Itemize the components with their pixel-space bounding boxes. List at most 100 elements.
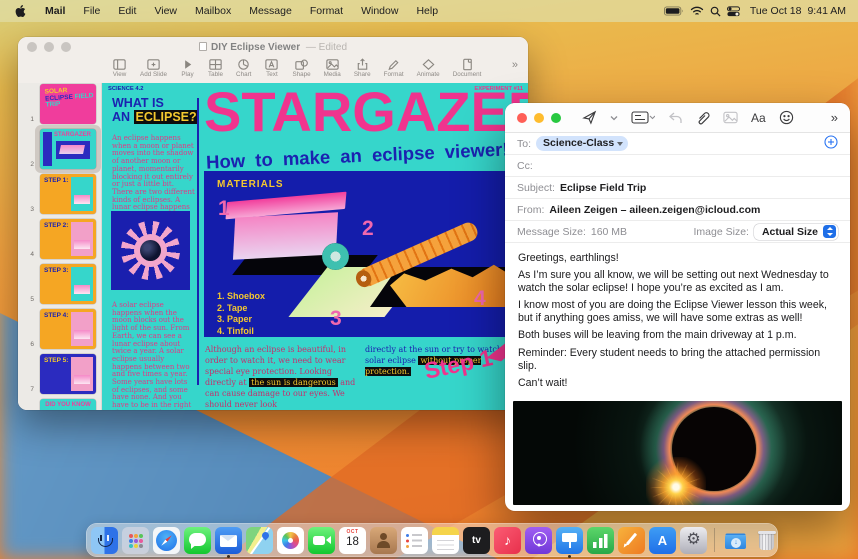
menu-format[interactable]: Format [301,5,352,17]
sun-illustration-box[interactable] [111,211,190,290]
dock-photos[interactable] [277,526,304,554]
dock-keynote[interactable] [556,526,583,558]
slide-paragraph-2[interactable]: A solar eclipse happens when the moon bl… [112,301,195,410]
materials-box[interactable]: MATERIALS 1 2 3 4 1. Shoebox 2. Tape 3. … [204,171,528,337]
dock-messages[interactable] [184,526,211,554]
table-button[interactable]: Table [208,58,223,78]
format-button[interactable]: Aa [751,111,766,125]
menu-bar-time[interactable]: 9:41 AM [807,5,846,17]
slide-thumbnail-3[interactable]: 3 STEP 1: [18,174,101,214]
slide-thumbnail-6[interactable]: 6 STEP 4: [18,309,101,349]
send-button[interactable] [582,110,597,125]
slide-thumbnail-8[interactable]: 8 DID YOU KNOW [18,399,101,410]
shape-button[interactable]: Shape [292,58,311,78]
running-indicator [568,554,571,558]
subject-field[interactable]: Subject: Eclipse Field Trip [505,177,850,199]
text-button[interactable]: Text [264,58,279,78]
add-recipient-button[interactable] [824,135,838,152]
dock-mail[interactable] [215,526,242,558]
dock-podcasts[interactable] [525,526,552,554]
emoji-button[interactable] [779,110,794,125]
mail-window-controls[interactable] [517,112,561,123]
menu-mailbox[interactable]: Mailbox [186,5,240,17]
slide-heading-line2[interactable]: AN ECLIPSE? [112,110,199,124]
menu-window[interactable]: Window [352,5,407,17]
body-paragraph: As I’m sure you all know, we will be set… [518,269,829,295]
header-fields-button[interactable] [631,111,655,124]
menu-bar-date[interactable]: Tue Oct 18 [750,5,802,17]
share-icon [357,58,367,70]
add-slide-button[interactable]: Add Slide [140,58,167,78]
play-button[interactable]: Play [180,58,195,78]
spotlight-search-icon[interactable] [710,6,721,17]
menu-message[interactable]: Message [240,5,301,17]
dock-system-settings[interactable]: ⚙ [680,526,707,554]
dock-safari[interactable] [153,526,180,554]
slide-heading[interactable]: WHAT IS [112,97,164,110]
dock-app-store[interactable]: A [649,526,676,554]
send-options-chevron-icon[interactable] [610,115,618,121]
battery-icon[interactable] [663,6,684,16]
keynote-window-controls[interactable] [27,42,71,52]
dock-notes[interactable] [432,526,459,554]
close-button[interactable] [517,112,527,123]
dock-reminders[interactable] [401,526,428,554]
dock-separator [714,528,715,552]
message-body-editor[interactable]: Greetings, earthlings! As I’m sure you a… [505,244,850,395]
document-button[interactable]: Document [453,58,481,78]
reply-icon [668,112,683,124]
menu-edit[interactable]: Edit [109,5,145,17]
minimize-button[interactable] [534,112,544,123]
eclipse-photo-attachment[interactable] [513,401,842,505]
dock-calendar[interactable]: OCT 18 [339,526,366,554]
from-field[interactable]: From: Aileen Zeigen – aileen.zeigen@iclo… [505,199,850,221]
dock-launchpad[interactable] [122,526,149,554]
dock-maps[interactable] [246,526,273,554]
slide-thumbnail-7[interactable]: 7 STEP 5: [18,354,101,394]
slide-thumbnail-2-selected[interactable]: 2 STARGAZER [18,125,101,173]
close-button[interactable] [27,42,37,52]
zoom-button[interactable] [551,112,561,123]
dock-music[interactable]: ♪ [494,526,521,554]
menu-app-name[interactable]: Mail [36,5,74,17]
media-button[interactable]: Media [324,58,341,78]
toolbar-overflow-button[interactable]: » [831,110,838,125]
dock-downloads-folder[interactable]: ↓ [722,527,749,554]
apple-menu[interactable] [0,4,36,18]
cc-field[interactable]: Cc: [505,155,850,177]
control-center-icon[interactable] [726,5,740,17]
share-button[interactable]: Share [354,58,371,78]
toolbar-overflow-button[interactable]: » [512,58,518,72]
sun-icon [121,221,180,280]
chart-button[interactable]: Chart [236,58,251,78]
wifi-icon[interactable] [690,6,704,16]
slide-thumbnail-1[interactable]: 1 SOLAR ECLIPSE FIELD TRIP [18,84,101,124]
image-size-select[interactable]: Actual Size [753,223,838,240]
menu-view[interactable]: View [145,5,186,17]
to-field[interactable]: To: Science-Class [505,133,850,155]
slide-thumbnail-4[interactable]: 4 STEP 2: [18,219,101,259]
slide-thumbnail-5[interactable]: 5 STEP 3: [18,264,101,304]
menu-file[interactable]: File [74,5,109,17]
dock-facetime[interactable] [308,526,335,554]
dock-pages[interactable] [618,526,645,554]
body-paragraph: Greetings, earthlings! [518,252,619,264]
caution-text-left[interactable]: Although an eclipse is beautiful, in ord… [205,344,358,410]
view-icon [113,59,126,70]
view-button[interactable]: View [112,58,127,78]
dock-tv[interactable]: tv [463,526,490,554]
to-recipient-token[interactable]: Science-Class [536,136,629,151]
format-button[interactable]: Format [384,58,404,78]
slide-title[interactable]: STARGAZER [204,83,528,144]
dock-contacts[interactable] [370,526,397,554]
animate-button[interactable]: Animate [417,58,440,78]
keynote-titlebar[interactable]: DIY Eclipse Viewer — Edited [18,37,528,57]
attach-button[interactable] [696,110,710,125]
zoom-button[interactable] [61,42,71,52]
minimize-button[interactable] [44,42,54,52]
dock-finder[interactable] [91,526,118,554]
menu-help[interactable]: Help [407,5,447,17]
dock-trash[interactable] [753,527,780,554]
dock-numbers[interactable] [587,526,614,554]
slide-canvas[interactable]: SCIENCE 4.2 EXPERIMENT #11 WHAT IS AN EC… [102,83,528,410]
